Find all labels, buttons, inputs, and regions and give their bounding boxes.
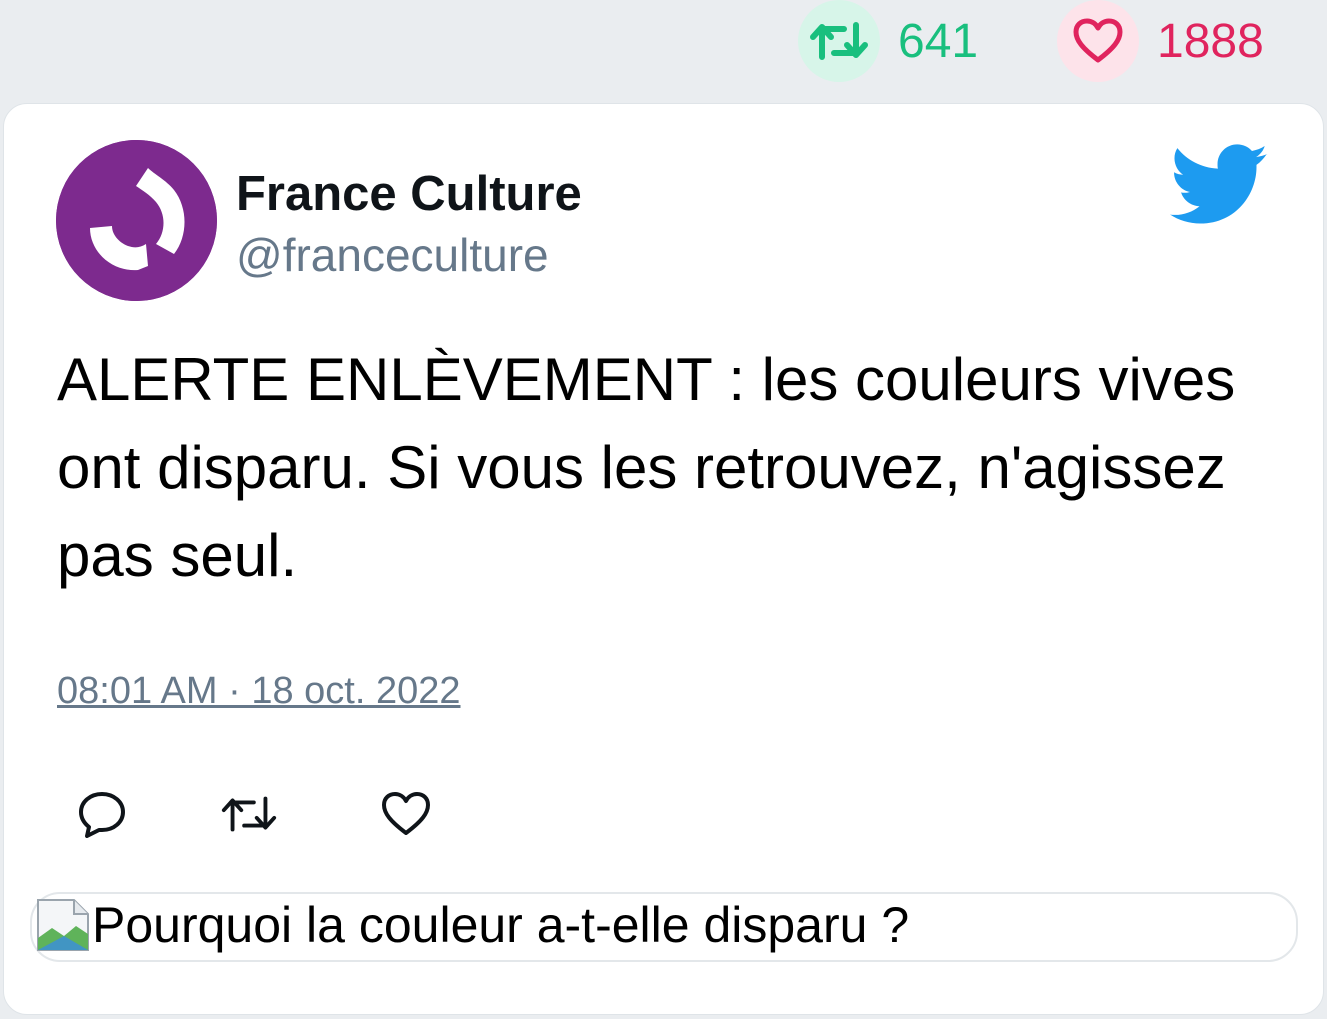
author-handle[interactable]: @franceculture [236,228,549,282]
tweet-actions [4,784,1323,854]
retweet-stat-badge[interactable] [798,0,880,82]
link-preview-title[interactable]: Pourquoi la couleur a-t-elle disparu ? [92,896,909,954]
retweet-icon [810,22,868,60]
retweet-stat[interactable]: 641 [798,0,978,82]
like-stat-badge[interactable] [1057,0,1139,82]
tweet-timestamp[interactable]: 08:01 AM · 18 oct. 2022 [57,670,461,713]
avatar[interactable] [56,140,217,301]
reply-icon [79,792,125,838]
tweet-card: France Culture @franceculture ALERTE ENL… [3,103,1324,1015]
retweet-icon [221,796,277,832]
like-count: 1888 [1157,14,1264,68]
retweet-count: 641 [898,14,979,68]
author-name[interactable]: France Culture [236,166,582,222]
twitter-bird-icon[interactable] [1170,144,1270,226]
retweet-button[interactable] [219,784,279,844]
heart-icon [382,792,430,835]
like-button[interactable] [376,784,436,844]
tweet-text: ALERTE ENLÈVEMENT : les couleurs vives o… [57,346,1236,589]
france-culture-logo [56,140,217,301]
heart-icon [1073,18,1123,63]
broken-image-icon [37,899,89,951]
reply-button[interactable] [72,784,132,844]
link-preview-card[interactable]: Pourquoi la couleur a-t-elle disparu ? [30,892,1298,962]
like-stat[interactable]: 1888 [1057,0,1264,82]
engagement-bar: 641 1888 [0,0,1327,100]
